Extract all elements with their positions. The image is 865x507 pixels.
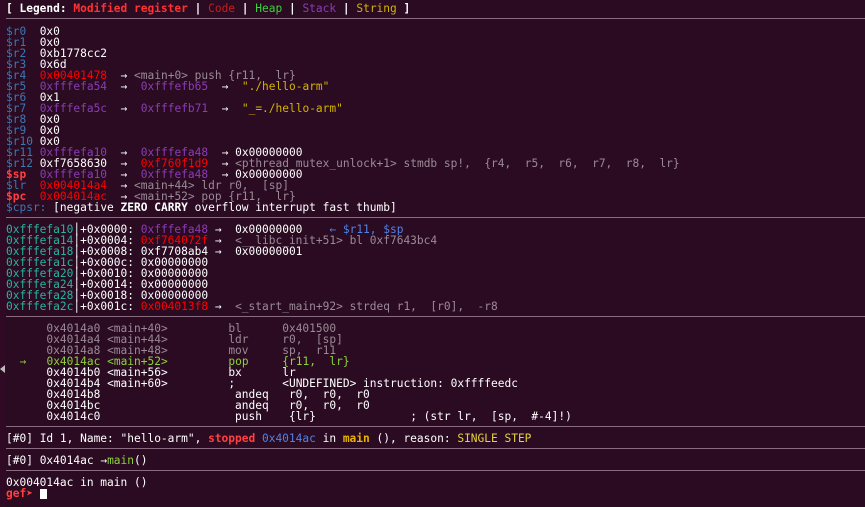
divider [6,470,865,471]
thread-line: [#0] Id 1, Name: "hello-arm", stopped 0x… [6,432,532,445]
legend-line: [ Legend: Modified register | Code | Hea… [6,3,410,14]
scroll-indicator-icon [0,365,5,373]
code-row: 0x4014c0 push {lr} ; (str lr, [sp, #-4]!… [46,410,572,423]
text-cursor [39,489,47,499]
divider [6,448,865,449]
legend-prefix: [ Legend: [6,2,74,15]
legend-modified: Modified register [73,2,188,15]
terminal-window[interactable]: [ Legend: Modified register | Code | Hea… [0,0,865,507]
legend-stack: Stack [302,2,337,15]
prompt-label: gef➤ [6,487,40,500]
divider [6,316,865,317]
legend-sep: | [187,2,209,15]
legend-sep: | [336,2,357,15]
stack-row: 0xfffefa2c│+0x001c: 0x004013f8 → <_start… [6,300,498,313]
legend-sep: | [235,2,256,15]
legend-sep: | [282,2,303,15]
divider [6,426,865,427]
legend-code: Code [208,2,236,15]
trace-line: [#0] 0x4014ac →main() [6,454,148,467]
divider [6,217,865,218]
legend-close: ] [396,2,411,15]
gef-prompt[interactable]: gef➤ [6,488,47,499]
legend-heap: Heap [255,2,283,15]
cpsr-row: $cpsr: [negative ZERO CARRY overflow int… [6,201,397,214]
divider [6,18,865,19]
legend-string: String [356,2,397,15]
